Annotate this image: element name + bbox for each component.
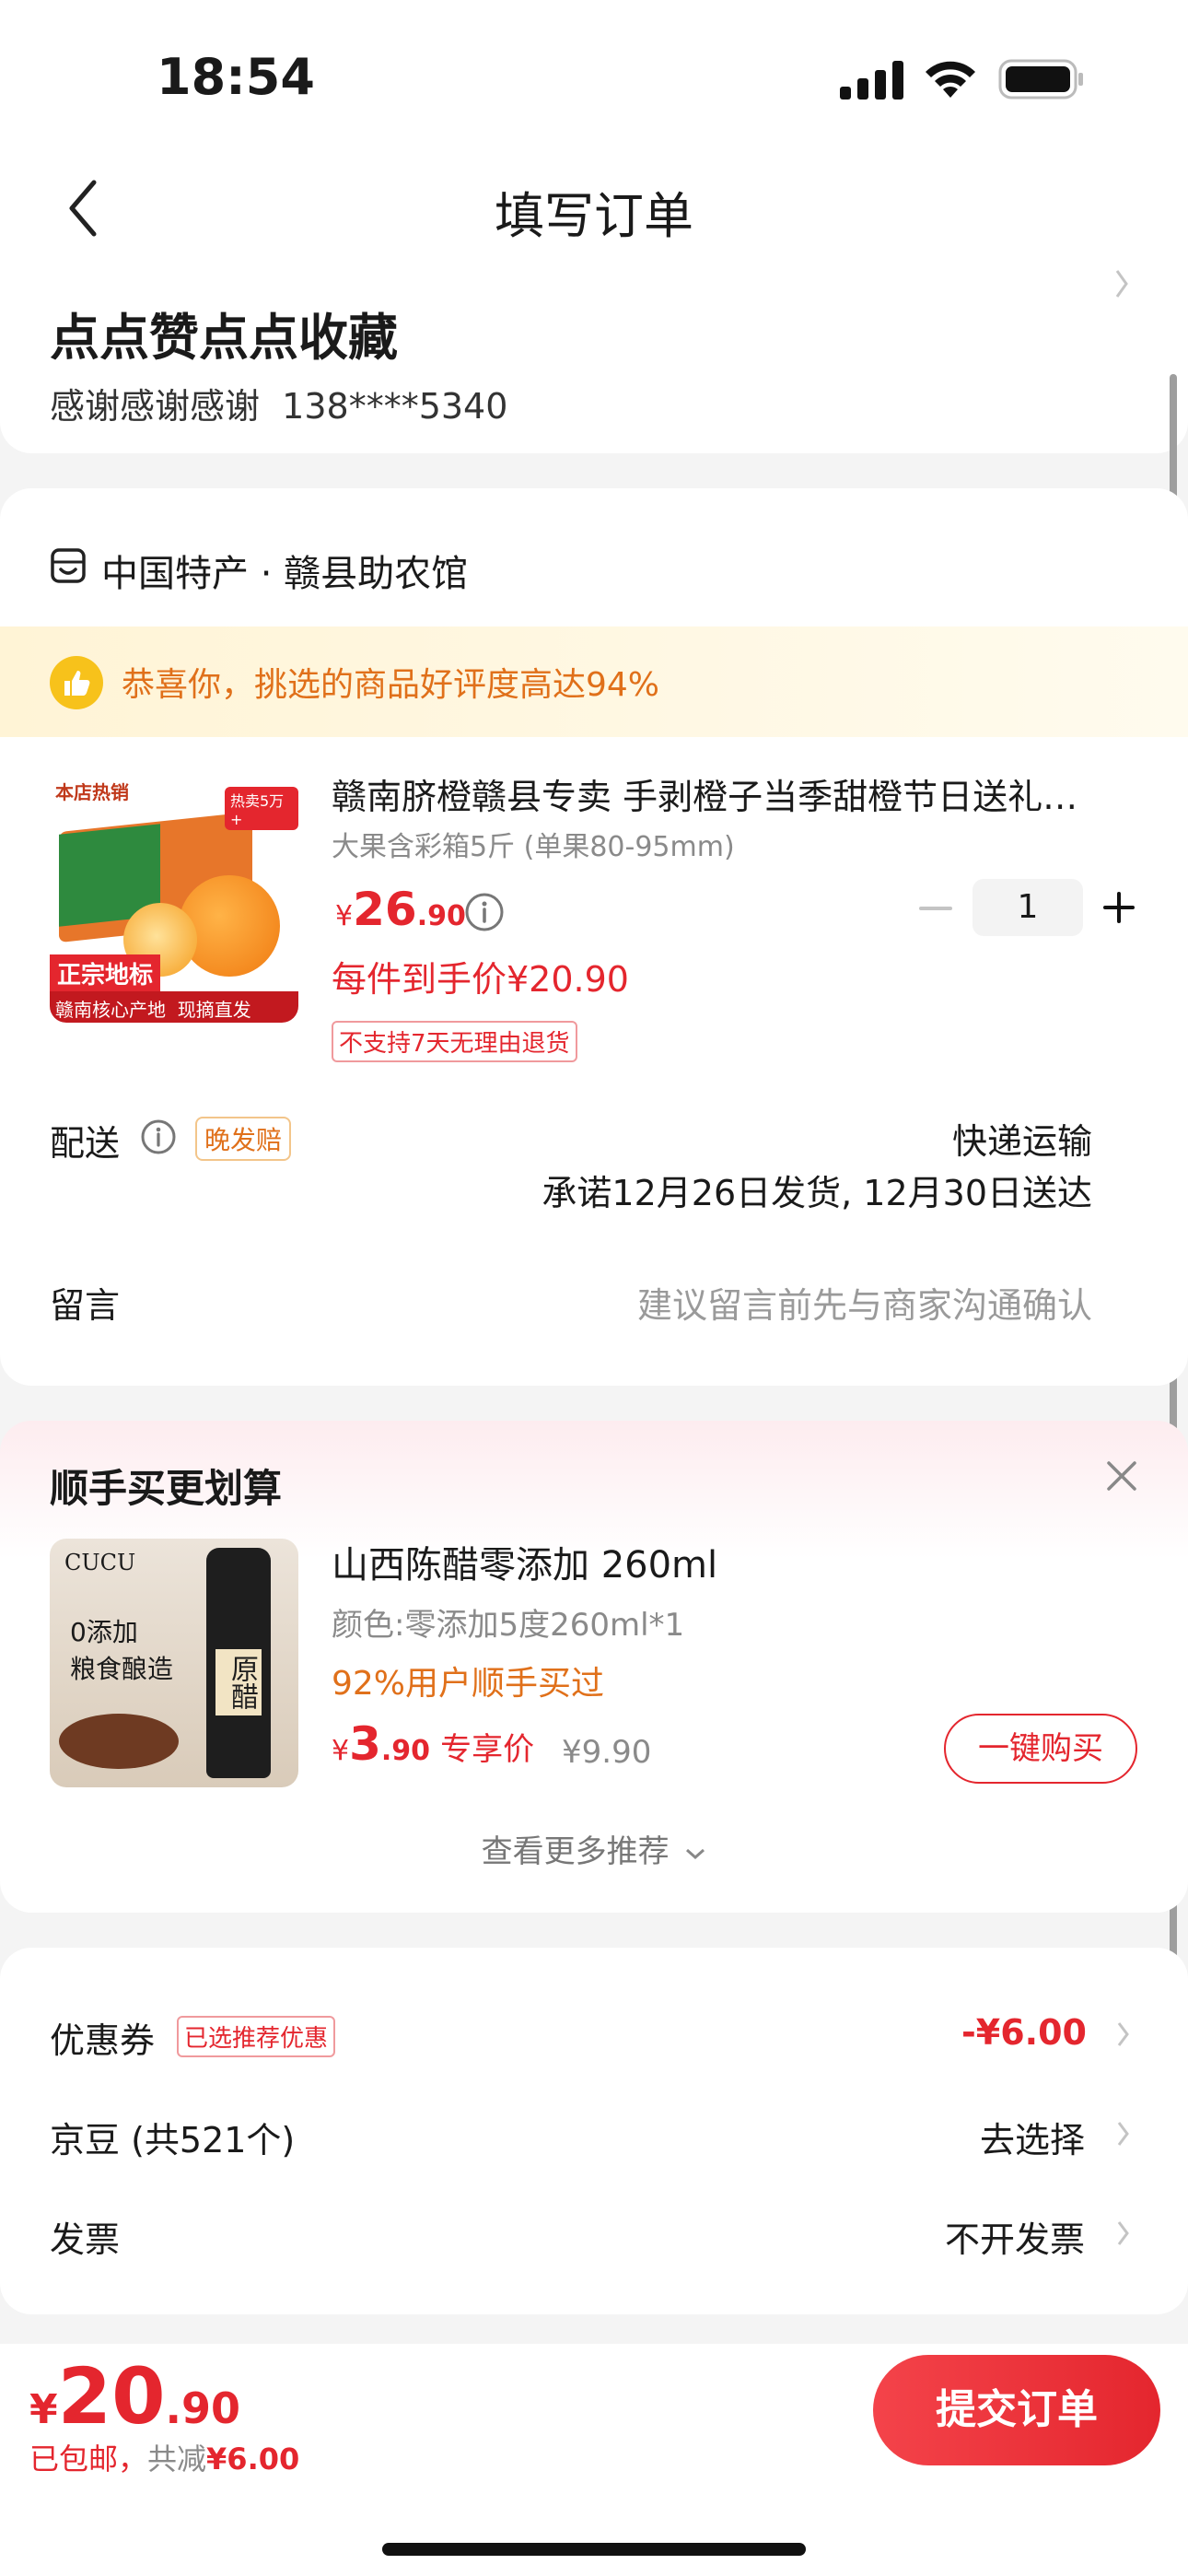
price-dec: .90 — [416, 900, 466, 932]
upsell-image-text-2: 粮食酿造 — [70, 1654, 174, 1684]
upsell-price: ¥3.90 专享价 — [332, 1717, 534, 1771]
invoice-value: 不开发票 — [944, 2219, 1085, 2260]
close-icon[interactable] — [1105, 1459, 1138, 1493]
quantity-stepper[interactable]: 1 — [973, 879, 1083, 936]
chevron-right-icon — [1112, 265, 1131, 302]
upsell-card: 顺手买更划算 CUCU 0添加 粮食酿造 原醋 山西陈醋零添加 260ml 颜色… — [0, 1421, 1188, 1913]
product-title[interactable]: 赣南脐橙赣县专卖 手剥橙子当季甜橙节日送礼… — [332, 768, 1124, 819]
home-indicator — [382, 2543, 806, 2556]
see-more-label: 查看更多推荐 — [481, 1833, 670, 1870]
upsell-price-symbol: ¥ — [332, 1735, 350, 1767]
coupon-label: 优惠券 — [50, 2020, 156, 2061]
address-card[interactable]: 点点赞点点收藏 感谢感谢感谢 138****5340 — [0, 258, 1188, 453]
thumbs-up-icon — [50, 656, 103, 709]
praise-text: 恭喜你，挑选的商品好评度高达94% — [122, 666, 660, 704]
delivery-method[interactable]: 快递运输 — [952, 1113, 1092, 1164]
total-dec: .90 — [165, 2383, 241, 2433]
shipping-summary: 已包邮，共减¥6.00 — [29, 2436, 299, 2478]
status-time: 18:54 — [157, 48, 315, 106]
product-spec[interactable]: 大果含彩箱5斤 (单果80-95mm) — [332, 824, 735, 864]
address-contact: 感谢感谢感谢 138****5340 — [50, 386, 508, 427]
shipping-label: 已包邮， — [29, 2441, 148, 2476]
price-int: 26 — [353, 883, 417, 936]
beans-value: 去选择 — [979, 2120, 1085, 2160]
final-price: 每件到手价¥20.90 — [332, 959, 629, 1000]
footer-bar: ¥20.90 已包邮，共减¥6.00 提交订单 — [0, 2344, 1188, 2576]
invoice-label: 发票 — [50, 2219, 121, 2260]
product-image[interactable]: 本店热销 热卖5万+ 正宗地标 赣南核心产地 现摘直发 — [50, 774, 298, 1023]
upsell-image-brand: CUCU — [64, 1550, 136, 1575]
info-icon[interactable] — [464, 892, 505, 932]
submit-order-button[interactable]: 提交订单 — [873, 2355, 1160, 2465]
store-icon — [50, 547, 87, 584]
return-tag: 不支持7天无理由退货 — [332, 1021, 577, 1062]
coupon-row[interactable]: 优惠券 已选推荐优惠 -¥6.00 — [0, 2003, 1188, 2077]
message-input[interactable]: 建议留言前先与商家沟通确认 — [637, 1277, 1092, 1328]
upsell-social-proof: 92%用户顺手买过 — [332, 1665, 605, 1703]
chevron-down-icon — [684, 1846, 706, 1861]
coupon-tag: 已选推荐优惠 — [177, 2016, 336, 2057]
product-price: ¥26.90 — [335, 883, 466, 936]
delivery-promise: 承诺12月26日发货, 12月30日送达 — [542, 1173, 1092, 1213]
saved-value: ¥6.00 — [206, 2441, 300, 2476]
page-title: 填写订单 — [495, 187, 693, 245]
minus-icon[interactable] — [919, 905, 952, 912]
info-icon[interactable] — [140, 1118, 177, 1155]
message-label: 留言 — [50, 1285, 121, 1326]
total-symbol: ¥ — [29, 2386, 58, 2433]
address-name: 点点赞点点收藏 — [50, 309, 398, 367]
image-label-1: 正宗地标 — [50, 954, 161, 992]
upsell-image-bottle-label: 原醋 — [215, 1649, 262, 1715]
image-badge: 热卖5万+ — [225, 787, 298, 830]
upsell-image[interactable]: CUCU 0添加 粮食酿造 原醋 — [50, 1539, 298, 1787]
see-more-link[interactable]: 查看更多推荐 — [0, 1826, 1188, 1871]
late-compensation-badge: 晚发赔 — [195, 1117, 292, 1161]
invoice-row[interactable]: 发票 不开发票 — [0, 2202, 1188, 2276]
praise-banner: 恭喜你，挑选的商品好评度高达94% — [0, 626, 1188, 737]
upsell-original-price: ¥9.90 — [562, 1734, 652, 1771]
image-tag-top: 本店热销 — [55, 781, 129, 803]
order-card: 中国特产 · 赣县助农馆 恭喜你，挑选的商品好评度高达94% 本店热销 热卖5万… — [0, 488, 1188, 1386]
upsell-price-label: 专享价 — [440, 1731, 535, 1768]
price-symbol: ¥ — [335, 900, 354, 932]
beans-row[interactable]: 京豆 (共521个) 去选择 — [0, 2102, 1188, 2176]
wifi-icon — [923, 57, 978, 100]
image-label-2: 赣南核心产地 现摘直发 — [50, 991, 298, 1023]
one-click-buy-button[interactable]: 一键购买 — [944, 1714, 1137, 1784]
benefits-card: 优惠券 已选推荐优惠 -¥6.00 京豆 (共521个) 去选择 发票 不开发票 — [0, 1948, 1188, 2314]
delivery-label: 配送 — [50, 1123, 121, 1164]
upsell-price-int: 3 — [349, 1717, 381, 1771]
plus-icon[interactable] — [1103, 892, 1135, 923]
upsell-image-bottle: 原醋 — [206, 1548, 271, 1778]
status-bar: 18:54 — [0, 0, 1188, 147]
chevron-right-icon — [1116, 2020, 1131, 2049]
saved-label: 共减 — [147, 2441, 207, 2476]
upsell-item-spec: 颜色:零添加5度260ml*1 — [332, 1607, 685, 1644]
chevron-right-icon — [1116, 2219, 1131, 2248]
beans-label: 京豆 (共521个) — [50, 2120, 296, 2160]
chevron-right-icon — [1116, 2119, 1131, 2149]
upsell-image-text-1: 0添加 — [70, 1617, 138, 1647]
battery-icon — [998, 59, 1085, 100]
cellular-icon — [840, 61, 904, 100]
coupon-value: -¥6.00 — [961, 2012, 1087, 2053]
upsell-item-title[interactable]: 山西陈醋零添加 260ml — [332, 1535, 717, 1588]
total-int: 20 — [57, 2351, 166, 2441]
upsell-price-dec: .90 — [380, 1735, 431, 1767]
store-name[interactable]: 中国特产 · 赣县助农馆 — [101, 544, 468, 597]
nav-bar: 填写订单 — [0, 147, 1188, 267]
total-price: ¥20.90 — [29, 2351, 240, 2441]
upsell-title: 顺手买更划算 — [50, 1466, 283, 1511]
upsell-image-bowl — [59, 1714, 179, 1769]
